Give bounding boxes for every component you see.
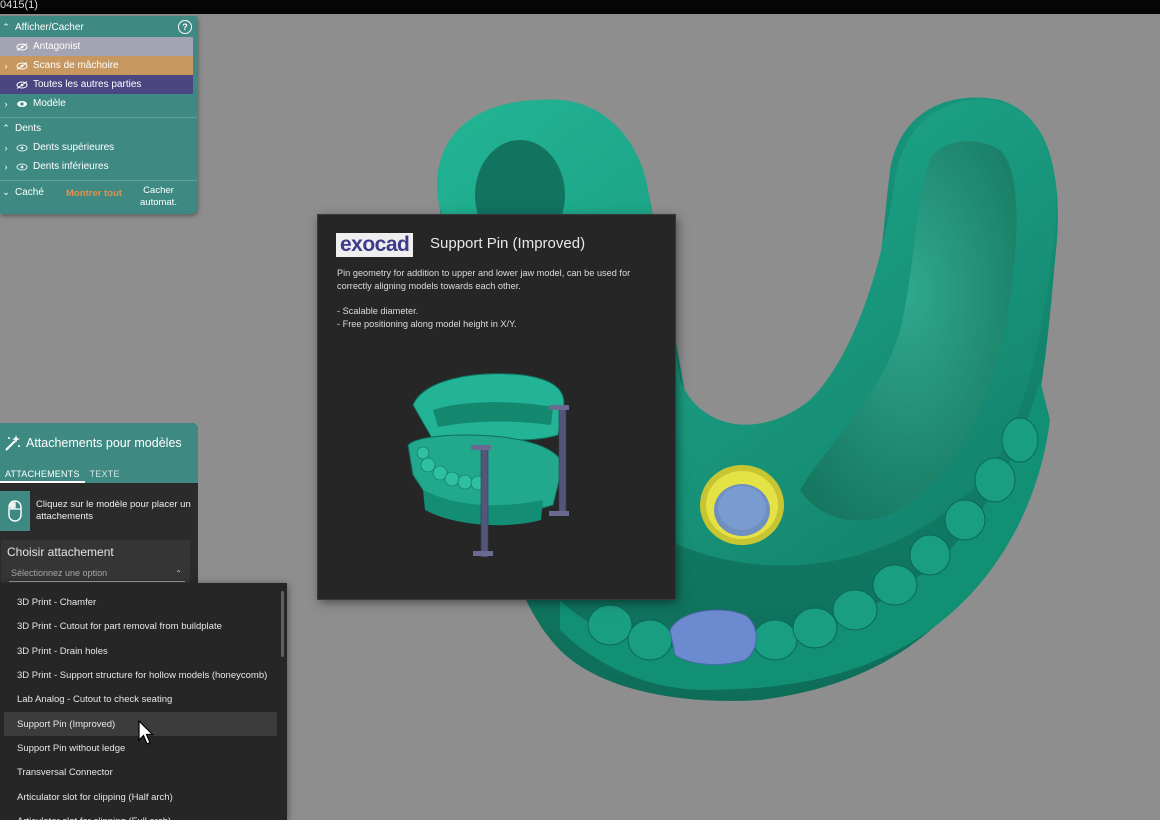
row-label: Dents inférieures (33, 161, 109, 172)
help-icon[interactable]: ? (178, 20, 192, 34)
show-all-button[interactable]: Montrer tout (66, 188, 122, 199)
row-model[interactable]: › Modèle (0, 94, 193, 113)
row-label: Dents supérieures (33, 142, 115, 153)
eye-icon[interactable] (14, 163, 30, 171)
row-label: Modèle (33, 98, 66, 109)
bullet-1: - Scalable diameter. (337, 306, 419, 316)
option-honeycomb[interactable]: 3D Print - Support structure for hollow … (4, 663, 277, 687)
row-label: Scans de mâchoire (33, 60, 119, 71)
option-articulator-full-arch[interactable]: Articulator slot for clipping (Full arch… (4, 809, 277, 820)
window-title: 0415(1) (0, 0, 38, 11)
auto-hide-label-line2: automat. (140, 197, 177, 208)
exocad-logo: exocad (336, 233, 414, 257)
chevron-right-icon[interactable]: › (0, 162, 12, 172)
row-antagonist[interactable]: Antagonist (0, 37, 193, 56)
teeth-section-header[interactable]: ⌃ Dents (0, 119, 193, 138)
hint-line-1: Cliquez sur le modèle pour placer un (36, 499, 191, 510)
eye-icon[interactable] (14, 144, 30, 152)
chevron-down-icon[interactable]: ⌄ (0, 187, 12, 198)
auto-hide-label-line1: Cacher (143, 185, 174, 196)
mouse-cursor-icon (138, 720, 154, 745)
option-lab-analog[interactable]: Lab Analog - Cutout to check seating (4, 687, 277, 711)
attachment-select[interactable]: Sélectionnez une option ⌃ (9, 565, 185, 582)
attachments-header: Attachements pour modèles (0, 423, 198, 463)
chevron-right-icon[interactable]: › (0, 143, 12, 153)
choose-attachment-box: Choisir attachement Sélectionnez une opt… (1, 540, 190, 583)
row-all-other-parts[interactable]: Toutes les autres parties (0, 75, 193, 94)
tooltip-description: Pin geometry for addition to upper and l… (337, 267, 630, 293)
hint-line-2: attachements (36, 511, 94, 522)
support-pin-illustration (407, 373, 569, 558)
row-upper-teeth[interactable]: › Dents supérieures (0, 138, 193, 157)
eye-slash-icon[interactable] (14, 42, 30, 51)
visibility-header[interactable]: ⌃ Afficher/Cacher (0, 18, 193, 37)
dropdown-scrollbar[interactable] (281, 591, 284, 657)
visibility-panel: ⌃ Afficher/Cacher ? Antagonist › Scans d… (0, 16, 197, 214)
eye-slash-icon[interactable] (14, 61, 30, 70)
row-label: Antagonist (33, 41, 81, 52)
divider (0, 117, 197, 118)
chevron-right-icon[interactable]: › (0, 99, 12, 109)
attachments-panel: Attachements pour modèles ATTACHEMENTS T… (0, 423, 198, 583)
auto-hide-button[interactable]: Cacher automat. (140, 185, 177, 209)
tab-text[interactable]: TEXTE (85, 469, 125, 483)
attachments-tabs: ATTACHEMENTS TEXTE (0, 463, 198, 483)
bullet-2: - Free positioning along model height in… (337, 319, 517, 329)
divider (0, 180, 197, 181)
placement-hint-text: Cliquez sur le modèle pour placer un att… (36, 499, 191, 523)
tab-attachments[interactable]: ATTACHEMENTS (0, 469, 85, 483)
option-transversal-connector[interactable]: Transversal Connector (4, 760, 277, 784)
visibility-title: Afficher/Cacher (15, 22, 84, 33)
eye-slash-icon[interactable] (14, 80, 30, 89)
chevron-right-icon[interactable]: › (0, 61, 12, 71)
row-jaw-scans[interactable]: › Scans de mâchoire (0, 56, 193, 75)
magic-wand-icon (5, 435, 20, 451)
window-title-bar: 0415(1) (0, 0, 1160, 14)
mouse-icon (0, 491, 30, 531)
tooltip-bullets: - Scalable diameter. - Free positioning … (337, 305, 517, 331)
attachment-preview-tooltip: exocad Support Pin (Improved) Pin geomet… (318, 215, 675, 599)
eye-icon[interactable] (14, 100, 30, 108)
description-line-1: Pin geometry for addition to upper and l… (337, 268, 631, 278)
option-chamfer[interactable]: 3D Print - Chamfer (4, 590, 277, 614)
option-cutout-buildplate[interactable]: 3D Print - Cutout for part removal from … (4, 614, 277, 638)
choose-attachment-label: Choisir attachement (7, 545, 114, 559)
row-label: Toutes les autres parties (33, 79, 142, 90)
attachment-dropdown[interactable]: 3D Print - Chamfer 3D Print - Cutout for… (0, 583, 287, 820)
chevron-up-icon[interactable]: ⌃ (0, 123, 12, 134)
attachments-title: Attachements pour modèles (26, 436, 182, 450)
placement-hint: Cliquez sur le modèle pour placer un att… (0, 489, 198, 533)
option-drain-holes[interactable]: 3D Print - Drain holes (4, 639, 277, 663)
hidden-label: Caché (15, 186, 44, 198)
teeth-section-label: Dents (15, 123, 42, 134)
description-line-2: correctly aligning models towards each o… (337, 281, 521, 291)
tooltip-title: Support Pin (Improved) (430, 235, 586, 252)
chevron-up-icon[interactable]: ⌃ (0, 22, 12, 33)
row-lower-teeth[interactable]: › Dents inférieures (0, 157, 193, 176)
chevron-up-icon: ⌃ (175, 568, 182, 578)
option-articulator-half-arch[interactable]: Articulator slot for clipping (Half arch… (4, 785, 277, 809)
select-placeholder: Sélectionnez une option (11, 568, 108, 578)
